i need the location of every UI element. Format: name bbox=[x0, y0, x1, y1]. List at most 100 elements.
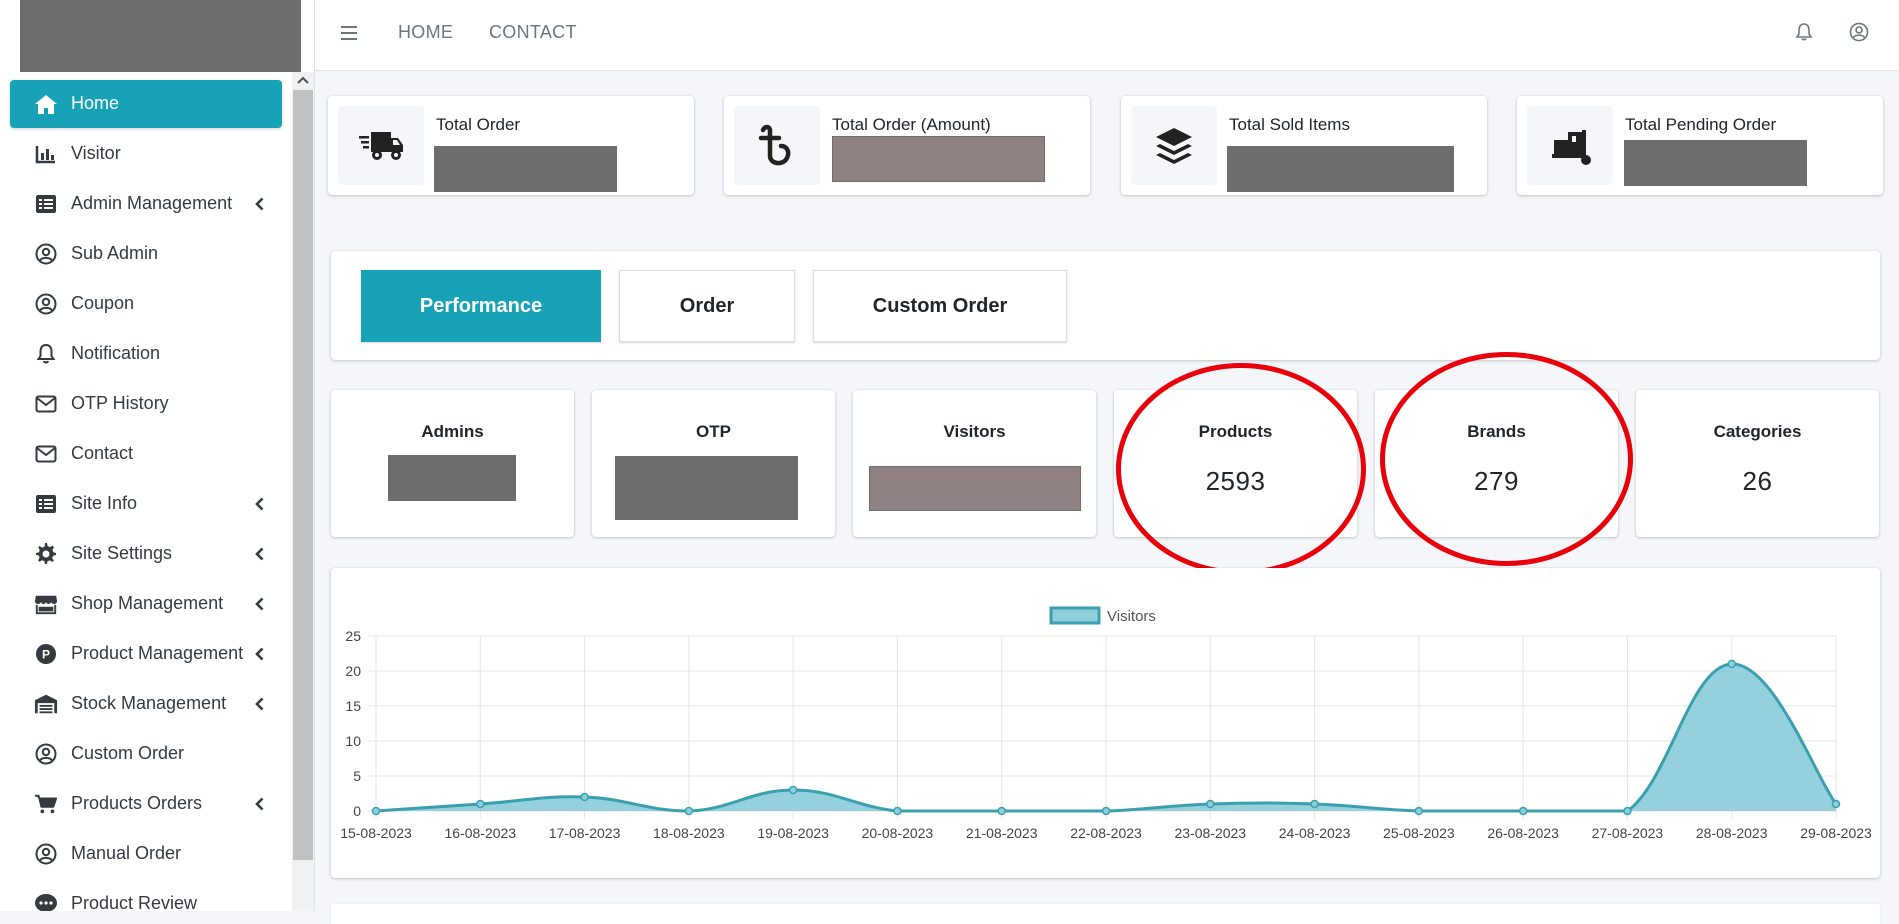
data-point bbox=[893, 806, 902, 816]
sidebar-item-label: Shop Management bbox=[71, 593, 224, 613]
x-tick-label: 22-08-2023 bbox=[1070, 825, 1142, 841]
info-box-label: Total Order bbox=[436, 115, 521, 134]
data-point bbox=[580, 792, 589, 802]
tab-performance[interactable]: Performance bbox=[361, 270, 601, 342]
stat-title: Categories bbox=[1713, 422, 1802, 441]
sidebar-item-label: Product Review bbox=[71, 893, 198, 911]
sidebar-item-visitor[interactable]: Visitor bbox=[10, 130, 282, 178]
sidebar-item-shop-management[interactable]: Shop Management bbox=[10, 580, 282, 628]
chevron-left-icon bbox=[250, 794, 270, 814]
y-tick-label: 25 bbox=[345, 628, 361, 644]
list-icon bbox=[34, 192, 58, 216]
nav-link-home[interactable]: HOME bbox=[398, 22, 453, 43]
sidebar-item-contact[interactable]: Contact bbox=[10, 430, 282, 478]
list-icon bbox=[34, 492, 58, 516]
sidebar-item-label: Product Management bbox=[71, 643, 244, 663]
bell-icon bbox=[34, 342, 58, 366]
x-tick-label: 18-08-2023 bbox=[653, 825, 725, 841]
top-navbar: HOME CONTACT bbox=[315, 0, 1899, 71]
x-tick-label: 15-08-2023 bbox=[340, 825, 412, 841]
sidebar-item-manual-order[interactable]: Manual Order bbox=[10, 830, 282, 878]
data-point bbox=[1727, 659, 1736, 669]
bar-chart-icon bbox=[34, 142, 58, 166]
stat-title: Admins bbox=[421, 422, 484, 441]
chevron-left-icon bbox=[250, 644, 270, 664]
y-tick-label: 5 bbox=[353, 768, 361, 784]
scroll-up-arrow-icon[interactable] bbox=[294, 72, 312, 88]
highlight-circle-products bbox=[1116, 363, 1366, 575]
bell-icon[interactable] bbox=[1794, 22, 1814, 42]
y-tick-label: 20 bbox=[345, 663, 361, 679]
stat-title: OTP bbox=[696, 422, 731, 441]
envelope-icon bbox=[34, 442, 58, 466]
brand-logo[interactable] bbox=[20, 0, 301, 72]
sidebar-item-label: Home bbox=[71, 93, 120, 113]
redacted-value bbox=[434, 146, 617, 192]
sidebar-item-label: Notification bbox=[71, 343, 161, 363]
sidebar-item-label: Contact bbox=[71, 443, 134, 463]
data-point bbox=[997, 806, 1006, 816]
stat-title: Visitors bbox=[943, 422, 1006, 441]
sidebar-item-product-management[interactable]: P Product Management bbox=[10, 630, 282, 678]
sidebar-item-label: Admin Management bbox=[71, 193, 233, 213]
x-tick-label: 29-08-2023 bbox=[1800, 825, 1872, 841]
x-tick-label: 17-08-2023 bbox=[549, 825, 621, 841]
truck-icon bbox=[338, 106, 424, 185]
sidebar-item-product-review[interactable]: Product Review bbox=[10, 880, 282, 911]
sidebar-item-coupon[interactable]: Coupon bbox=[10, 280, 282, 328]
x-tick-label: 16-08-2023 bbox=[444, 825, 516, 841]
sidebar-item-site-info[interactable]: Site Info bbox=[10, 480, 282, 528]
chevron-left-icon bbox=[250, 694, 270, 714]
data-point bbox=[1414, 806, 1424, 816]
sidebar-item-label: Site Info bbox=[71, 493, 138, 513]
chevron-left-icon bbox=[250, 494, 270, 514]
legend-swatch-visitors[interactable] bbox=[1049, 606, 1101, 625]
user-account-icon[interactable] bbox=[1849, 22, 1869, 42]
info-box-label: Total Pending Order bbox=[1625, 115, 1777, 134]
x-tick-label: 24-08-2023 bbox=[1279, 825, 1351, 841]
stat-card-visitors: Visitors bbox=[853, 390, 1096, 537]
layers-icon bbox=[1131, 106, 1217, 185]
sidebar-item-otp-history[interactable]: OTP History bbox=[10, 380, 282, 428]
sidebar-item-custom-order[interactable]: Custom Order bbox=[10, 730, 282, 778]
cart-icon bbox=[34, 792, 58, 816]
sidebar-item-label: Visitor bbox=[71, 143, 121, 163]
info-box-total-sold-items: Total Sold Items bbox=[1121, 96, 1487, 195]
tab-order[interactable]: Order bbox=[619, 270, 795, 342]
hamburger-menu-icon[interactable] bbox=[340, 24, 358, 42]
sidebar-item-label: Stock Management bbox=[71, 693, 227, 713]
data-point bbox=[1101, 806, 1111, 816]
chevron-left-icon bbox=[250, 544, 270, 564]
data-point bbox=[684, 806, 694, 816]
redacted-value bbox=[1227, 146, 1454, 192]
y-tick-label: 10 bbox=[345, 733, 361, 749]
user-circle-icon bbox=[34, 242, 58, 266]
sidebar: Home Visitor Admin Management Sub Admin Coup… bbox=[0, 0, 315, 911]
chevron-left-icon bbox=[250, 594, 270, 614]
visitors-area-chart: 0 5 10 15 20 25 15-08-2023 16-08-2023 17-08-2023… bbox=[340, 606, 1872, 841]
info-box-total-pending-order: Total Pending Order bbox=[1517, 96, 1883, 195]
redacted-value bbox=[832, 136, 1045, 182]
sidebar-item-notification[interactable]: Notification bbox=[10, 330, 282, 378]
nav-link-contact[interactable]: CONTACT bbox=[489, 22, 577, 43]
sidebar-item-site-settings[interactable]: Site Settings bbox=[10, 530, 282, 578]
data-point bbox=[1623, 806, 1632, 816]
data-point bbox=[371, 806, 381, 816]
taka-icon bbox=[734, 106, 820, 185]
sidebar-item-admin-management[interactable]: Admin Management bbox=[10, 180, 282, 228]
tab-custom-order[interactable]: Custom Order bbox=[813, 270, 1067, 342]
data-point bbox=[1518, 806, 1528, 816]
sidebar-item-stock-management[interactable]: Stock Management bbox=[10, 680, 282, 728]
legend-label-visitors[interactable]: Visitors bbox=[1107, 608, 1156, 625]
sidebar-item-label: Products Orders bbox=[71, 793, 203, 813]
sidebar-item-sub-admin[interactable]: Sub Admin bbox=[10, 230, 282, 278]
sidebar-scrollbar-thumb[interactable] bbox=[293, 90, 313, 860]
visitors-chart-card: 0 5 10 15 20 25 15-08-2023 16-08-2023 17-08-2023… bbox=[331, 568, 1880, 878]
comment-dots-icon bbox=[34, 892, 58, 911]
sidebar-item-label: Sub Admin bbox=[71, 243, 159, 263]
x-tick-label: 21-08-2023 bbox=[966, 825, 1038, 841]
sidebar-item-home[interactable]: Home bbox=[10, 80, 282, 128]
x-tick-label: 28-08-2023 bbox=[1696, 825, 1768, 841]
sidebar-item-label: Coupon bbox=[71, 293, 135, 313]
sidebar-item-products-orders[interactable]: Products Orders bbox=[10, 780, 282, 828]
